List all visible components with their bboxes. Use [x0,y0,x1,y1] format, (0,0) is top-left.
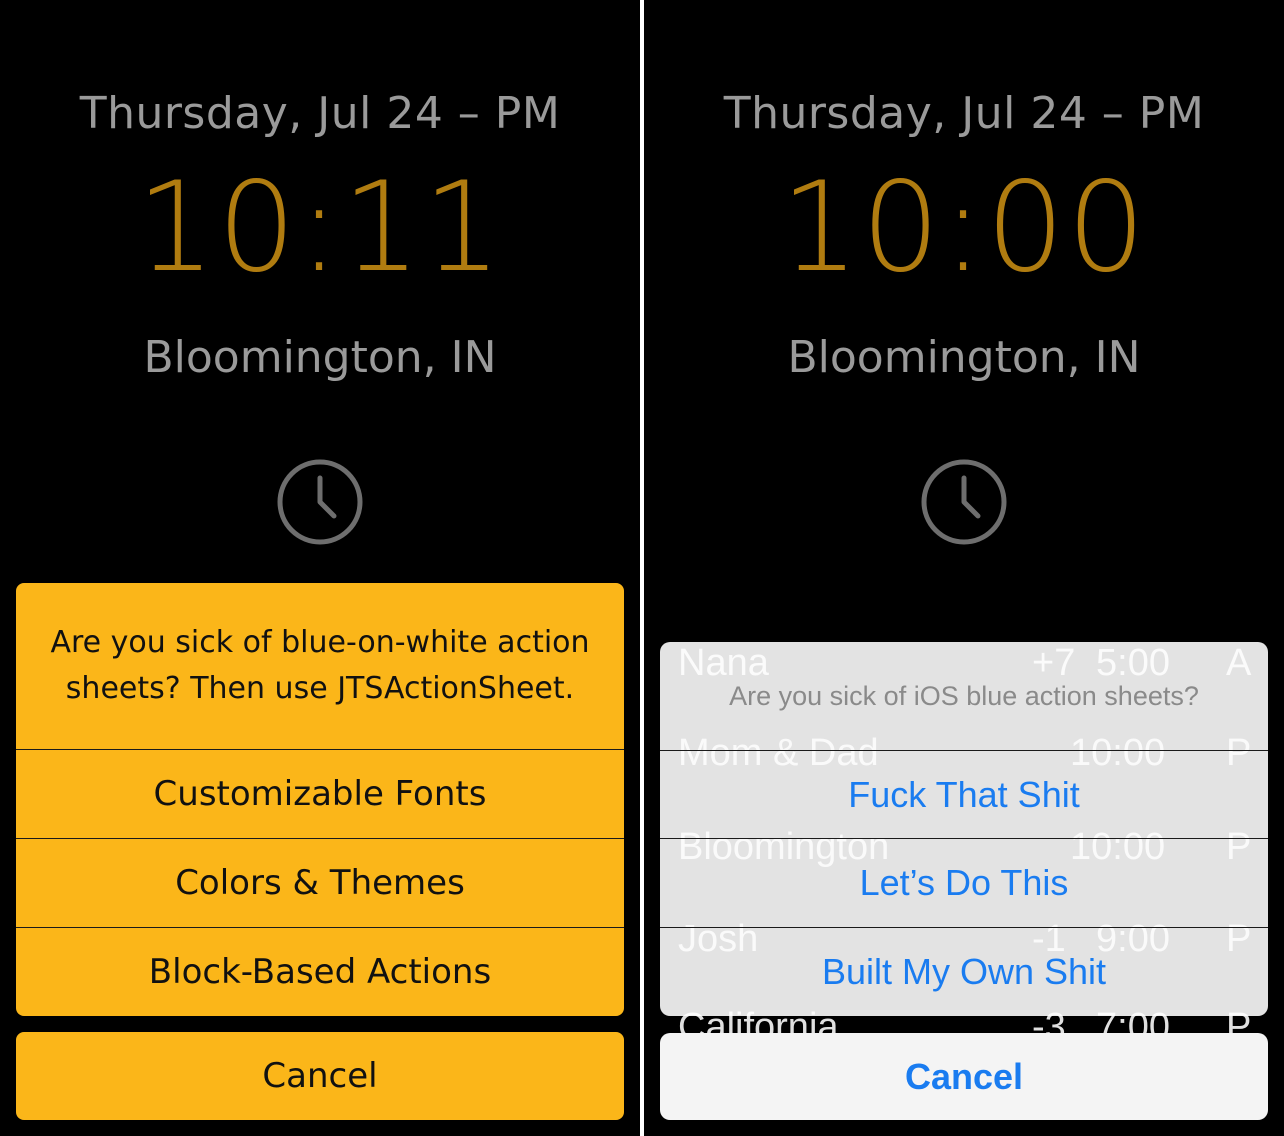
action-sheet: Are you sick of blue-on-white action she… [16,583,624,1016]
right-screen: Thursday, Jul 24 – PM 10:00 Bloomington,… [644,0,1284,1136]
time-display: 10:00 [780,156,1148,300]
action-button-lets-do-this[interactable]: Let’s Do This [660,838,1268,927]
action-sheet-message: Are you sick of blue-on-white action she… [50,625,590,706]
action-button-built-my-own-shit[interactable]: Built My Own Shit [660,927,1268,1016]
action-button-block-based-actions[interactable]: Block-Based Actions [16,927,624,1015]
left-screen: Thursday, Jul 24 – PM 10:11 Bloomington,… [0,0,640,1136]
location-label: Bloomington, IN [143,332,497,383]
action-sheet: Nana +7 5:00 A Are you sick of iOS blue … [660,642,1268,1016]
time-display: 10:11 [136,156,504,300]
cancel-button[interactable]: Cancel [16,1032,624,1120]
action-button-colors-themes[interactable]: Colors & Themes [16,838,624,926]
date-label: Thursday, Jul 24 – PM [723,88,1205,139]
action-button-fuck-that-shit[interactable]: Fuck That Shit [660,750,1268,839]
clock-icon[interactable] [920,458,1008,546]
clock-icon[interactable] [276,458,364,546]
action-sheet-message: Are you sick of iOS blue action sheets? [729,680,1199,711]
location-label: Bloomington, IN [787,332,1141,383]
date-label: Thursday, Jul 24 – PM [79,88,561,139]
action-button-customizable-fonts[interactable]: Customizable Fonts [16,749,624,837]
cancel-button[interactable]: Cancel [660,1033,1268,1120]
